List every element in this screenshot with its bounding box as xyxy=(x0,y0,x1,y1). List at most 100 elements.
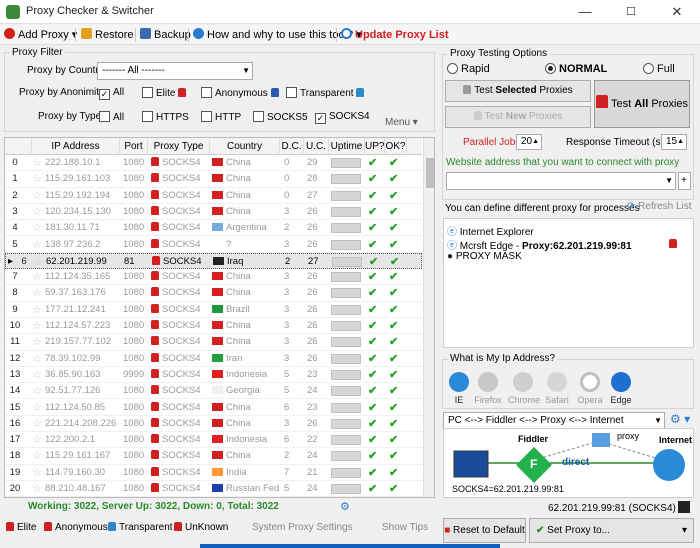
test-new-button[interactable]: Test New Proxies xyxy=(445,106,591,128)
star-icon[interactable]: ☆ xyxy=(32,335,42,348)
test-selected-button[interactable]: Test Selected Proxies xyxy=(445,80,591,102)
header-ok[interactable]: OK? xyxy=(385,138,407,155)
star-icon[interactable]: ☆ xyxy=(32,368,42,381)
star-icon[interactable]: ☆ xyxy=(33,255,43,268)
website-input[interactable]: ▼ xyxy=(446,172,676,190)
opera-browser-button[interactable]: Opera xyxy=(575,372,605,405)
table-row[interactable]: 9 ☆ 177.21.12.241 1080 SOCKS4 Brazil 3 26 ✔ ✔ xyxy=(5,302,422,318)
header-port[interactable]: Port xyxy=(120,138,148,155)
settings-gear-icon[interactable]: ⚙ xyxy=(340,500,350,513)
star-icon[interactable]: ☆ xyxy=(32,221,42,234)
table-row[interactable]: 1 ☆ 115.29.161.103 1080 SOCKS4 China 0 28 ✔ ✔ xyxy=(5,171,422,188)
star-icon[interactable]: ☆ xyxy=(32,156,42,169)
star-icon[interactable]: ☆ xyxy=(32,172,42,185)
table-row[interactable]: 4 ☆ 181.30.11.71 1080 SOCKS4 Argentina 2 26 ✔ ✔ xyxy=(5,220,422,237)
minimize-button[interactable]: — xyxy=(562,0,608,24)
star-icon[interactable]: ☆ xyxy=(32,384,42,397)
backup-button[interactable]: Backup xyxy=(140,28,191,41)
type-https-checkbox[interactable]: HTTPS xyxy=(142,111,189,123)
menu-button[interactable]: Menu ▾ xyxy=(385,117,418,128)
table-row[interactable]: 17 ☆ 122.200.2.1 1080 SOCKS4 Indonesia 6 22 ✔ ✔ xyxy=(5,432,422,449)
type-socks5-checkbox[interactable]: SOCKS5 xyxy=(253,111,308,123)
process-item-proxy-mask[interactable]: ● PROXY MASK xyxy=(447,251,522,262)
header-uptime[interactable]: Uptime xyxy=(329,138,365,155)
country-select[interactable]: ------- All ------- ▼ xyxy=(97,62,253,80)
star-icon[interactable]: ☆ xyxy=(32,238,42,251)
add-proxy-button[interactable]: Add Proxy ▾ xyxy=(4,28,77,41)
response-timeout-spinner[interactable]: 15 ▲ xyxy=(661,134,687,150)
header-type[interactable]: Proxy Type xyxy=(148,138,210,155)
type-http-checkbox[interactable]: HTTP xyxy=(201,111,241,123)
star-icon[interactable]: ☆ xyxy=(32,482,42,495)
normal-radio[interactable]: NORMAL xyxy=(545,63,607,75)
table-row[interactable]: 0 ☆ 222.188.10.1 1080 SOCKS4 China 0 29 ✔ ✔ xyxy=(5,155,422,172)
anon-transparent-checkbox[interactable]: Transparent xyxy=(286,87,367,99)
header-ip[interactable]: IP Address xyxy=(32,138,120,155)
anon-anonymous-checkbox[interactable]: Anonymous xyxy=(201,87,282,99)
edge-browser-button[interactable]: Edge xyxy=(606,372,636,405)
table-row[interactable]: 13 ☆ 36.85.90.163 9999 SOCKS4 Indonesia 5 23 ✔ ✔ xyxy=(5,367,422,384)
system-proxy-settings-link[interactable]: System Proxy Settings xyxy=(252,522,353,533)
table-row[interactable]: 15 ☆ 112.124.50.85 1080 SOCKS4 China 6 23 ✔ ✔ xyxy=(5,400,422,416)
star-icon[interactable]: ☆ xyxy=(32,449,42,462)
close-button[interactable]: ✕ xyxy=(654,0,700,24)
table-row[interactable]: 6 ☆ 62.201.219.99 81 SOCKS4 Iraq 2 27 ✔ ✔ ▸ xyxy=(5,252,422,270)
star-icon[interactable]: ☆ xyxy=(32,352,42,365)
header-dc[interactable]: D.C. xyxy=(280,138,304,155)
uc-cell: 26 xyxy=(307,320,318,331)
star-icon[interactable]: ☆ xyxy=(32,286,42,299)
table-row[interactable]: 14 ☆ 92.51.77.126 1080 SOCKS4 Georgia 5 24 ✔ ✔ xyxy=(5,383,422,400)
maximize-button[interactable]: ☐ xyxy=(608,0,654,24)
star-icon[interactable]: ☆ xyxy=(32,466,42,479)
table-row[interactable]: 5 ☆ 138.97.236.2 1080 SOCKS4? 3 26 ✔ ✔ xyxy=(5,237,422,253)
reset-to-default-button[interactable]: ■ Reset to Default xyxy=(443,518,526,543)
restore-button[interactable]: Restore xyxy=(81,28,134,41)
test-all-button[interactable]: Test All Proxies xyxy=(594,80,690,128)
table-row[interactable]: 16 ☆ 221.214.208.226 1080 SOCKS4 China 3 26 ✔ ✔ xyxy=(5,416,422,433)
process-item-edge[interactable]: ⓔ Mcrsft Edge - Proxy:62.201.219.99:81 xyxy=(447,237,632,252)
table-row[interactable]: 2 ☆ 115.29.192.194 1080 SOCKS4 China 0 27 ✔ ✔ xyxy=(5,188,422,204)
star-icon[interactable]: ☆ xyxy=(32,433,42,446)
table-row[interactable]: 20 ☆88.210.48.167 1080 SOCKS4Russian Fed...… xyxy=(5,481,422,497)
star-icon[interactable]: ☆ xyxy=(32,205,42,218)
star-icon[interactable]: ☆ xyxy=(32,270,42,283)
ip-cell: 114.79.160.30 xyxy=(45,466,106,478)
rapid-radio[interactable]: Rapid xyxy=(447,63,490,75)
table-row[interactable]: 8 ☆ 59.37.163.176 1080 SOCKS4 China 3 26 ✔ ✔ xyxy=(5,285,422,302)
star-icon[interactable]: ☆ xyxy=(32,401,42,414)
firefox-browser-button[interactable]: Firefox xyxy=(473,372,503,405)
table-row[interactable]: 12 ☆ 78.39.102.99 1080 SOCKS4 Iran 3 26 ✔ ✔ xyxy=(5,351,422,367)
set-proxy-button[interactable]: ✔ Set Proxy to... ▾ xyxy=(529,518,694,543)
header-country[interactable]: Country xyxy=(210,138,280,155)
scrollbar-thumb[interactable] xyxy=(426,158,434,188)
type-cell: SOCKS4 xyxy=(151,368,209,380)
add-website-button[interactable]: + xyxy=(678,172,691,190)
star-icon[interactable]: ☆ xyxy=(32,319,42,332)
table-row[interactable]: 19 ☆ 114.79.160.30 1080 SOCKS4 India 7 21 ✔ ✔ xyxy=(5,465,422,481)
table-row[interactable]: 7 ☆ 112.124.35.165 1080 SOCKS4 China 3 26 ✔ ✔ xyxy=(5,269,422,286)
anon-elite-checkbox[interactable]: Elite xyxy=(142,87,189,99)
star-icon[interactable]: ☆ xyxy=(32,303,42,316)
parallel-jobs-spinner[interactable]: 20 ▲ xyxy=(516,134,542,150)
chain-settings-gear-icon[interactable]: ⚙ ▾ xyxy=(670,412,690,426)
star-icon[interactable]: ☆ xyxy=(32,189,42,202)
table-row[interactable]: 11 ☆ 219.157.77.102 1080 SOCKS4 China 3 26 ✔ ✔ xyxy=(5,334,422,351)
anon-all-checkbox[interactable]: ✓ All xyxy=(99,87,124,100)
table-row[interactable]: 3 ☆ 120.234.15.130 1080 SOCKS4 China 3 26 ✔ ✔ xyxy=(5,204,422,221)
star-icon[interactable]: ☆ xyxy=(32,417,42,430)
table-row[interactable]: 10 ☆ 112.124.57.223 1080 SOCKS4 China 3 26 ✔ ✔ xyxy=(5,318,422,335)
type-all-checkbox[interactable]: All xyxy=(99,111,124,123)
table-row[interactable]: 18 ☆ 115.29.161.167 1080 SOCKS4 China 2 24 ✔ ✔ xyxy=(5,448,422,465)
process-item-ie[interactable]: ⓔ Internet Explorer xyxy=(447,223,534,238)
update-proxy-list-button[interactable]: Update Proxy List xyxy=(341,28,449,41)
safari-browser-button[interactable]: Safari xyxy=(542,372,572,405)
ie-browser-button[interactable]: IE xyxy=(444,372,474,405)
type-socks4-checkbox[interactable]: ✓ SOCKS4 xyxy=(315,111,370,124)
show-tips-link[interactable]: Show Tips xyxy=(382,522,428,533)
refresh-list-button[interactable]: ⟳ Refresh List xyxy=(627,201,692,212)
header-uc[interactable]: U.C. xyxy=(304,138,329,155)
header-up[interactable]: UP? xyxy=(365,138,385,155)
full-radio[interactable]: Full xyxy=(643,63,675,75)
chrome-browser-button[interactable]: Chrome xyxy=(508,372,540,405)
table-scrollbar[interactable] xyxy=(423,138,434,497)
